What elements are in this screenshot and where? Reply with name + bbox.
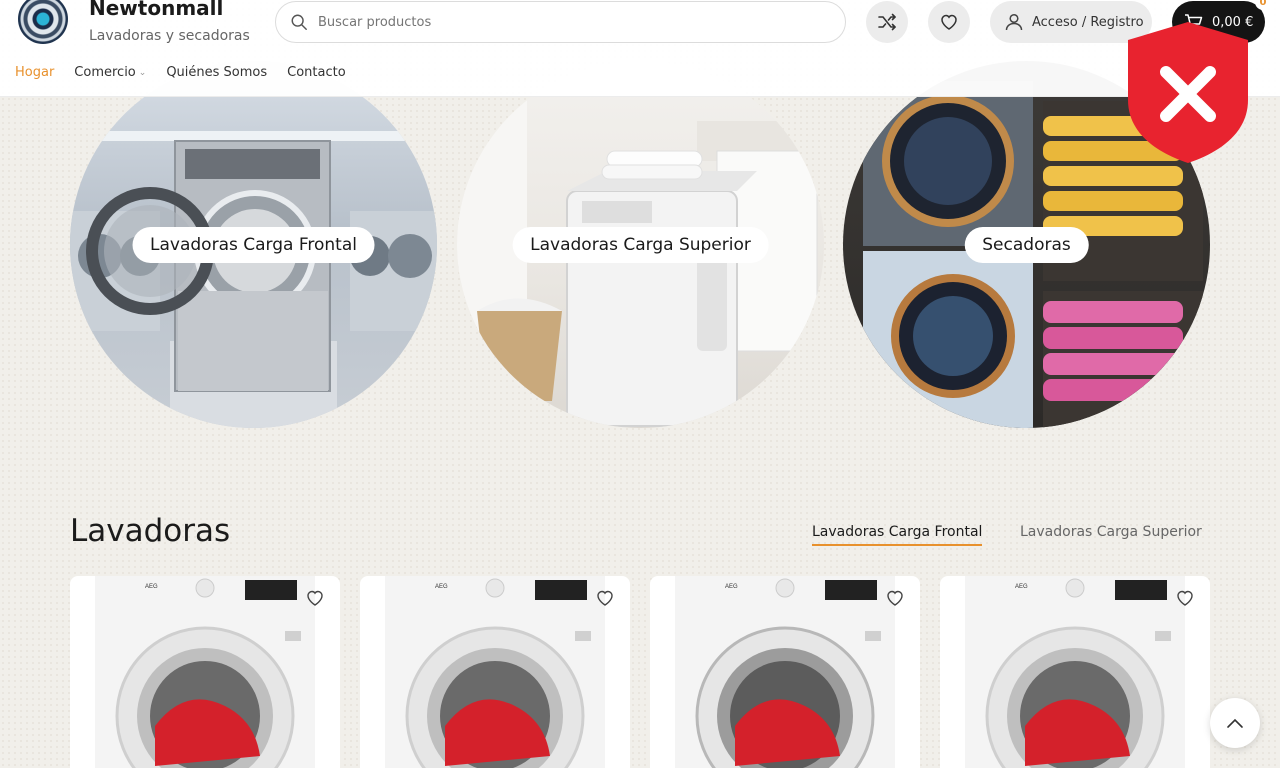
- search-bar[interactable]: [275, 1, 846, 43]
- nav-item-label: Comercio: [74, 65, 136, 80]
- tab-top-loaders[interactable]: Lavadoras Carga Superior: [1020, 524, 1202, 544]
- category-label[interactable]: Lavadoras Carga Superior: [512, 227, 769, 263]
- product-card[interactable]: AEG: [940, 576, 1210, 768]
- nav-item-label: Hogar: [15, 65, 55, 80]
- heart-icon: [941, 14, 957, 30]
- cart-count-badge: 0: [1255, 0, 1271, 10]
- product-card[interactable]: AEG: [360, 576, 630, 768]
- security-shield-icon[interactable]: [1126, 20, 1250, 165]
- chevron-up-icon: [1227, 718, 1243, 728]
- section-title: Lavadoras: [70, 513, 231, 549]
- nav-item-quienes-somos[interactable]: Quiénes Somos: [166, 65, 267, 80]
- back-to-top-button[interactable]: [1210, 698, 1260, 748]
- product-card[interactable]: AEG: [70, 576, 340, 768]
- nav-item-hogar[interactable]: Hogar: [15, 65, 54, 80]
- heart-icon[interactable]: [884, 588, 906, 608]
- nav-item-label: Contacto: [287, 65, 346, 80]
- washing-machine-image[interactable]: AEG: [965, 576, 1185, 768]
- heart-icon[interactable]: [304, 588, 326, 608]
- category-front-loaders[interactable]: Lavadoras Carga Frontal: [70, 61, 437, 428]
- washing-machine-image[interactable]: AEG: [385, 576, 605, 768]
- category-top-loaders[interactable]: Lavadoras Carga Superior: [457, 61, 824, 428]
- product-card[interactable]: AEG: [650, 576, 920, 768]
- washing-machine-image[interactable]: AEG: [675, 576, 895, 768]
- product-brand: AEG: [145, 584, 158, 590]
- tab-front-loaders[interactable]: Lavadoras Carga Frontal: [812, 524, 983, 546]
- nav-item-label: Quiénes Somos: [166, 65, 268, 80]
- search-icon[interactable]: [290, 13, 308, 31]
- shuffle-icon: [878, 13, 896, 31]
- product-brand: AEG: [1015, 584, 1028, 590]
- brand-name[interactable]: Newtonmall: [89, 0, 223, 20]
- brand-tagline: Lavadoras y secadoras: [89, 28, 250, 44]
- site-header: Newtonmall Lavadoras y secadoras Acceso …: [0, 0, 1280, 97]
- nav-item-contacto[interactable]: Contacto: [287, 65, 346, 80]
- nav-item-comercio[interactable]: Comercio ⌄: [74, 65, 146, 80]
- heart-icon[interactable]: [594, 588, 616, 608]
- category-label[interactable]: Secadoras: [964, 227, 1089, 263]
- product-brand: AEG: [435, 584, 448, 590]
- search-input[interactable]: [318, 14, 818, 30]
- user-icon: [1005, 13, 1023, 31]
- main-nav: Hogar Comercio ⌄ Quiénes Somos Contacto: [15, 65, 346, 80]
- compare-button[interactable]: [866, 1, 908, 43]
- product-brand: AEG: [725, 584, 738, 590]
- washing-machine-image[interactable]: AEG: [95, 576, 315, 768]
- chevron-down-icon: ⌄: [138, 67, 147, 78]
- wishlist-button[interactable]: [928, 1, 970, 43]
- heart-icon[interactable]: [1174, 588, 1196, 608]
- category-label[interactable]: Lavadoras Carga Frontal: [132, 227, 375, 263]
- site-logo[interactable]: [18, 0, 68, 44]
